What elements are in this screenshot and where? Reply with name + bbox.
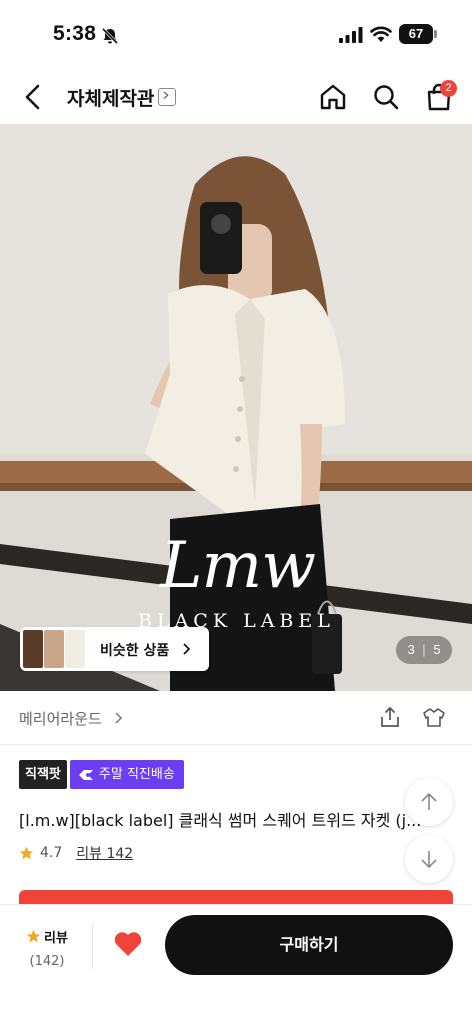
product-badges: 직잭팟 주말 직진배송 [19, 760, 184, 789]
review-tab[interactable]: 리뷰 (142) [24, 927, 70, 969]
store-name-link[interactable]: 메리어라운드 [19, 708, 102, 729]
chevron-right-icon[interactable] [158, 88, 176, 106]
similar-products-label: 비슷한 상품 [100, 643, 170, 659]
promo-banner-edge[interactable] [19, 890, 453, 904]
divider [92, 923, 93, 969]
bell-off-icon [101, 27, 119, 45]
cart-count-badge: 2 [440, 80, 457, 97]
review-count-link[interactable]: 리뷰 142 [76, 843, 133, 863]
image-counter-total: 5 [433, 642, 441, 657]
battery-nub [434, 30, 437, 38]
home-icon[interactable] [318, 82, 348, 112]
status-time: 5:38 [53, 22, 97, 45]
heart-icon[interactable] [113, 930, 143, 958]
hanger-icon[interactable] [421, 705, 447, 729]
chevron-right-icon [183, 643, 191, 655]
rating-row: 4.7 리뷰 142 [19, 843, 133, 863]
image-counter-current: 3 [407, 642, 415, 657]
product-image-gallery[interactable]: Lmw BLACK LABEL 비슷한 상품 3 | 5 [0, 124, 472, 691]
similar-products-button[interactable]: 비슷한 상품 [20, 627, 209, 671]
delivery-badge: 주말 직진배송 [69, 760, 184, 789]
scroll-down-button[interactable] [405, 835, 453, 883]
signal-icon [339, 27, 363, 43]
star-icon [19, 846, 34, 859]
battery-indicator: 67 [399, 24, 433, 44]
top-nav-bar: 자체제작관 [0, 70, 472, 124]
back-arrow-icon[interactable] [18, 82, 48, 112]
brand-logo-text: Lmw [160, 529, 316, 603]
status-bar: 5:38 67 [0, 0, 472, 70]
review-tab-top: 리뷰 [24, 927, 70, 946]
buy-button[interactable]: 구매하기 [165, 915, 453, 975]
review-tab-label: 리뷰 [44, 931, 68, 946]
chevron-right-icon[interactable] [114, 711, 124, 725]
store-row: 메리어라운드 [0, 691, 472, 745]
page-title[interactable]: 자체제작관 [67, 84, 154, 111]
jackpot-badge: 직잭팟 [19, 760, 67, 789]
rating-value: 4.7 [40, 845, 63, 861]
bottom-action-bar: 리뷰 (142) 구매하기 [0, 904, 472, 1024]
similar-thumbnails [23, 630, 85, 668]
wifi-icon [370, 26, 392, 42]
product-title: [l.m.w][black label] 클래식 썸머 스퀘어 트위드 자켓 (… [19, 811, 422, 830]
scroll-up-button[interactable] [405, 778, 453, 826]
star-icon [26, 929, 41, 943]
review-tab-count: (142) [29, 954, 65, 969]
product-photo [0, 124, 472, 691]
arrow-up-icon [421, 792, 437, 810]
arrow-down-icon [421, 851, 437, 869]
image-counter: 3 | 5 [396, 636, 452, 664]
search-icon[interactable] [371, 82, 401, 112]
fast-delivery-icon [78, 769, 93, 780]
share-icon[interactable] [378, 705, 402, 729]
delivery-badge-label: 주말 직진배송 [98, 767, 175, 782]
